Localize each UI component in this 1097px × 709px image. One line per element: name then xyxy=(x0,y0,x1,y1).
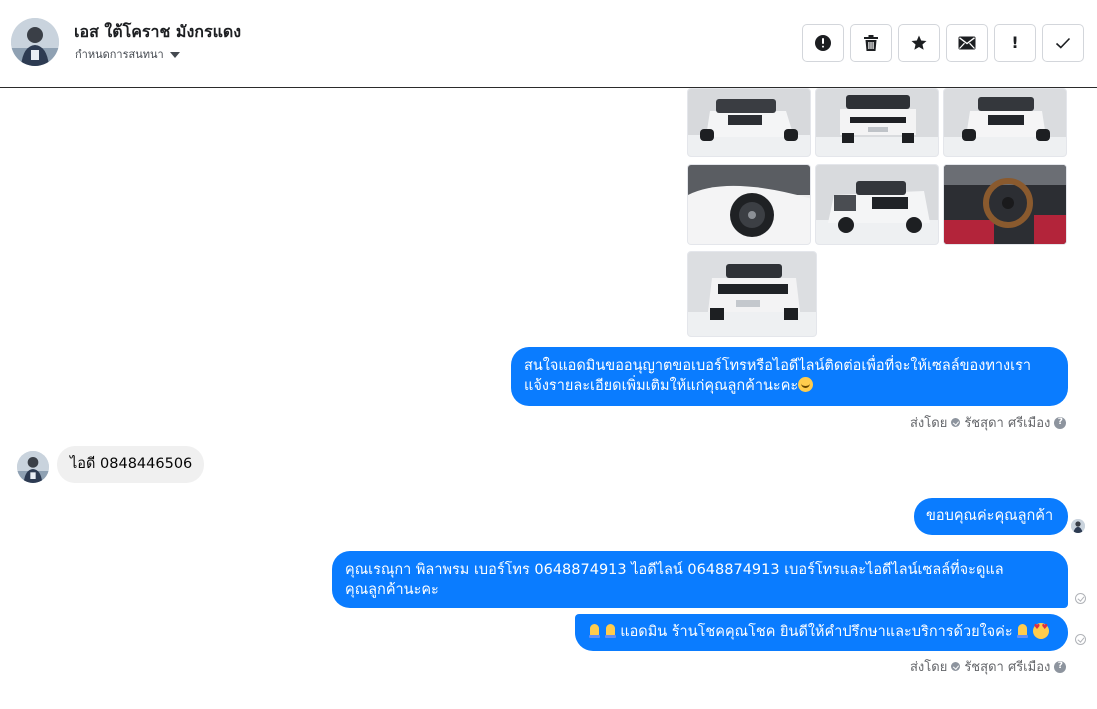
delivered-check-icon xyxy=(1075,593,1086,604)
folded-hands-icon xyxy=(589,624,600,638)
incoming-message[interactable]: ไอดี 0848446506 xyxy=(57,446,205,483)
message-text: แจ้งรายละเอียดเพิ่มเติมให้แก่คุณลูกค้านะ… xyxy=(524,378,799,394)
important-button[interactable]: ! xyxy=(994,24,1036,62)
sent-by-name[interactable]: รัชสุดา ศรีเมือง xyxy=(964,412,1050,433)
photo-attachment[interactable] xyxy=(815,88,939,157)
assign-conversation-dropdown[interactable]: กำหนดการสนทนา xyxy=(75,45,180,63)
sent-by-label: ส่งโดย xyxy=(910,416,948,431)
verified-badge-icon xyxy=(951,418,961,427)
outgoing-message[interactable]: ขอบคุณค่ะคุณลูกค้า xyxy=(914,498,1068,535)
conversation-toolbar: ! xyxy=(802,24,1084,62)
delete-button[interactable] xyxy=(850,24,892,62)
smiling-face-hearts-icon xyxy=(1032,623,1049,639)
done-button[interactable] xyxy=(1042,24,1084,62)
outgoing-message[interactable]: แอดมิน ร้านโชคคุณโชค ยินดีให้คำปรึกษาและ… xyxy=(575,614,1068,651)
contact-avatar[interactable] xyxy=(11,18,59,66)
sent-by-meta: ส่งโดย รัชสุดา ศรีเมือง ? xyxy=(910,412,1067,433)
check-icon xyxy=(1055,37,1071,49)
folded-hands-icon xyxy=(1017,624,1029,638)
sent-by-name[interactable]: รัชสุดา ศรีเมือง xyxy=(964,656,1050,677)
report-button[interactable] xyxy=(802,24,844,62)
delivered-check-icon xyxy=(1075,634,1086,645)
message-text-line-2: แจ้งรายละเอียดเพิ่มเติมให้แก่คุณลูกค้านะ… xyxy=(524,376,1056,396)
photo-attachment[interactable] xyxy=(943,88,1067,157)
verified-badge-icon xyxy=(951,662,961,671)
star-icon xyxy=(911,35,927,50)
outgoing-message[interactable]: คุณเรณุกา พิลาพรม เบอร์โทร 0648874913 ไอ… xyxy=(332,551,1068,608)
message-text: แอดมิน ร้านโชคคุณโชค ยินดีให้คำปรึกษาและ… xyxy=(620,624,1013,640)
photo-attachment[interactable] xyxy=(815,164,939,245)
alert-circle-icon xyxy=(815,35,831,51)
sent-by-meta: ส่งโดย รัชสุดา ศรีเมือง ? xyxy=(910,656,1067,677)
envelope-icon xyxy=(958,36,976,50)
help-icon[interactable]: ? xyxy=(1054,416,1067,429)
photo-attachment[interactable] xyxy=(943,164,1067,245)
assign-label: กำหนดการสนทนา xyxy=(75,48,164,61)
photo-attachment[interactable] xyxy=(687,164,811,245)
photo-attachment[interactable] xyxy=(687,88,811,157)
contact-name[interactable]: เอส ใต้โคราช มังกรแดง xyxy=(74,20,241,45)
message-text: ขอบคุณค่ะคุณลูกค้า xyxy=(926,508,1054,524)
trash-icon xyxy=(864,35,878,51)
help-icon[interactable]: ? xyxy=(1054,660,1067,673)
conversation-header: เอส ใต้โคราช มังกรแดง กำหนดการสนทนา ! xyxy=(0,0,1097,88)
message-text-line-2: คุณลูกค้านะคะ xyxy=(345,582,439,598)
sent-by-label: ส่งโดย xyxy=(910,660,948,675)
outgoing-message[interactable]: สนใจแอดมินขออนุญาตขอเบอร์โทรหรือไอดีไลน์… xyxy=(511,347,1068,406)
star-button[interactable] xyxy=(898,24,940,62)
message-text: ไอดี 0848446506 xyxy=(70,456,193,472)
exclamation-icon: ! xyxy=(1011,33,1019,52)
chevron-down-icon xyxy=(169,51,180,58)
contact-avatar-small[interactable] xyxy=(17,451,49,483)
mark-unread-button[interactable] xyxy=(946,24,988,62)
message-text-line: สนใจแอดมินขออนุญาตขอเบอร์โทรหรือไอดีไลน์… xyxy=(524,358,1032,374)
smiling-face-icon xyxy=(798,377,814,392)
message-text-line: คุณเรณุกา พิลาพรม เบอร์โทร 0648874913 ไอ… xyxy=(345,562,1004,578)
folded-hands-icon xyxy=(604,624,616,638)
seen-by-avatar xyxy=(1071,519,1085,533)
photo-attachment[interactable] xyxy=(687,251,817,337)
